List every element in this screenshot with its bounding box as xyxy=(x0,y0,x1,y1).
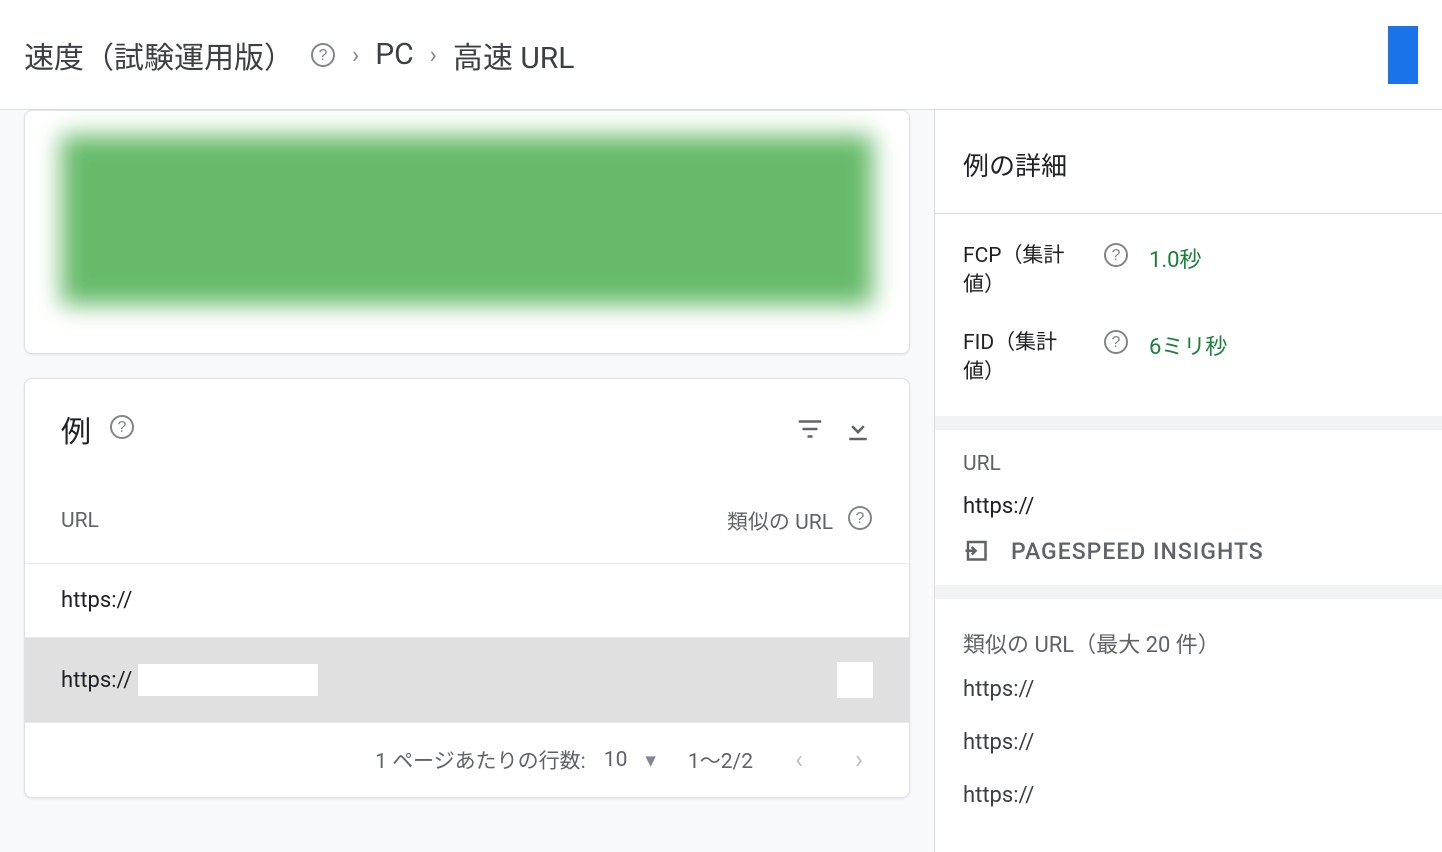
examples-title: 例 xyxy=(61,407,91,451)
breadcrumb-leaf: 高速 URL xyxy=(453,33,575,77)
pager-next-icon[interactable]: › xyxy=(845,745,873,775)
url-section-label: URL xyxy=(963,452,1414,476)
metric-value: 6ミリ秒 xyxy=(1149,329,1227,361)
pagespeed-insights-link[interactable]: PAGESPEED INSIGHTS xyxy=(963,537,1414,567)
similar-url-item[interactable]: https:// xyxy=(963,730,1414,755)
column-similar: 類似の URL xyxy=(727,506,833,536)
metric-label: FCP（集計値） xyxy=(963,242,1083,301)
pager-range: 1～2/2 xyxy=(688,745,753,775)
rows-per-page-value[interactable]: 10 xyxy=(604,748,628,772)
url-value: https:// xyxy=(963,494,1414,519)
filter-icon[interactable] xyxy=(795,414,825,444)
header-action-button[interactable] xyxy=(1388,26,1418,84)
examples-columns: URL 類似の URL ? xyxy=(25,479,909,563)
details-title: 例の詳細 xyxy=(963,146,1414,183)
breadcrumb-header: 速度（試験運用版） ? › PC › 高速 URL xyxy=(0,0,1442,110)
redacted-block xyxy=(138,664,318,696)
similar-url-item[interactable]: https:// xyxy=(963,677,1414,702)
help-icon[interactable]: ? xyxy=(1103,329,1129,359)
chart-placeholder xyxy=(61,135,873,305)
metric-label: FID（集計値） xyxy=(963,329,1083,388)
url-cell: https:// xyxy=(61,588,132,613)
details-panel: 例の詳細 FCP（集計値） ? 1.0秒 FID（集計値） ? 6ミリ秒 URL… xyxy=(934,110,1442,852)
chevron-right-icon: › xyxy=(430,41,437,69)
svg-text:?: ? xyxy=(319,47,328,64)
main-panel: 例 ? URL 類似の URL ? xyxy=(0,110,934,852)
table-row[interactable]: https:// xyxy=(25,637,909,722)
chart-card xyxy=(24,110,910,354)
similar-url-item[interactable]: https:// xyxy=(963,783,1414,808)
metric-row: FID（集計値） ? 6ミリ秒 xyxy=(963,329,1414,388)
help-icon[interactable]: ? xyxy=(109,414,135,444)
help-icon[interactable]: ? xyxy=(1103,242,1129,272)
svg-text:?: ? xyxy=(856,510,865,527)
similar-urls-label: 類似の URL（最大 20 件） xyxy=(963,627,1414,659)
breadcrumb-root[interactable]: 速度（試験運用版） xyxy=(24,33,294,77)
svg-text:?: ? xyxy=(1112,247,1121,264)
chevron-right-icon: › xyxy=(352,41,359,69)
table-pager: 1 ページあたりの行数: 10 ▾ 1～2/2 ‹ › xyxy=(25,722,909,797)
svg-text:?: ? xyxy=(1112,334,1121,351)
help-icon[interactable]: ? xyxy=(847,505,873,537)
dropdown-icon[interactable]: ▾ xyxy=(645,748,656,773)
redacted-block xyxy=(837,662,873,698)
rows-per-page-label: 1 ページあたりの行数: xyxy=(375,745,586,775)
examples-card: 例 ? URL 類似の URL ? xyxy=(24,378,910,798)
pagespeed-insights-label: PAGESPEED INSIGHTS xyxy=(1011,538,1264,565)
url-cell: https:// xyxy=(61,668,132,693)
column-url: URL xyxy=(61,509,727,533)
metric-value: 1.0秒 xyxy=(1149,242,1202,274)
svg-text:?: ? xyxy=(118,419,127,436)
help-icon[interactable]: ? xyxy=(310,42,336,68)
pager-prev-icon[interactable]: ‹ xyxy=(785,745,813,775)
metric-row: FCP（集計値） ? 1.0秒 xyxy=(963,242,1414,301)
table-row[interactable]: https:// xyxy=(25,563,909,637)
download-icon[interactable] xyxy=(843,414,873,444)
breadcrumb-platform[interactable]: PC xyxy=(375,37,413,72)
